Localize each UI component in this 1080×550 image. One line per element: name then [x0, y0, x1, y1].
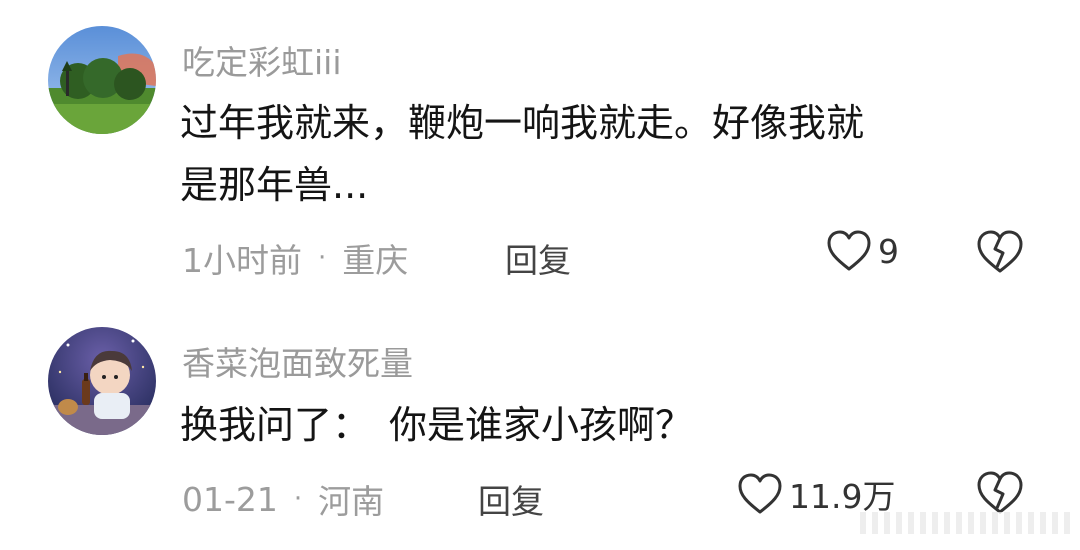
like-button[interactable]: 9 — [826, 229, 899, 273]
anime-child-avatar-icon — [48, 327, 156, 435]
timestamp: 1小时前 — [182, 241, 302, 280]
comment-text-line: 是那年兽... — [180, 163, 369, 207]
username[interactable]: 香菜泡面致死量 — [182, 337, 413, 385]
user-avatar[interactable] — [48, 26, 156, 134]
comment-text: 过年我就来，鞭炮一响我就走。好像我就 是那年兽... — [180, 92, 864, 216]
reply-button[interactable]: 回复 — [505, 234, 571, 282]
location: 河南 — [318, 482, 385, 521]
watermark — [860, 512, 1070, 534]
separator: · — [318, 243, 327, 273]
broken-heart-icon — [977, 230, 1023, 273]
comment-text: 换我问了： 你是谁家小孩啊？ — [180, 403, 694, 447]
user-avatar[interactable] — [48, 327, 156, 435]
like-button[interactable]: 11.9万 — [737, 470, 895, 518]
heart-outline-icon — [738, 473, 782, 514]
comment-text-line: 过年我就来，鞭炮一响我就走。好像我就 — [180, 101, 865, 145]
separator: · — [293, 484, 303, 514]
reply-button[interactable]: 回复 — [478, 475, 544, 523]
dislike-button[interactable] — [976, 229, 1024, 279]
like-count: 9 — [878, 231, 899, 271]
comment-meta: 1小时前 · 重庆 — [182, 234, 408, 282]
broken-heart-icon — [977, 471, 1023, 514]
username[interactable]: 吃定彩虹iii — [182, 36, 342, 84]
like-count: 11.9万 — [789, 477, 896, 516]
heart-outline-icon — [827, 230, 871, 271]
timestamp: 01-21 — [182, 479, 278, 519]
comment-meta: 01-21 · 河南 — [182, 475, 384, 523]
location: 重庆 — [342, 241, 409, 280]
landscape-avatar-icon — [48, 26, 156, 134]
